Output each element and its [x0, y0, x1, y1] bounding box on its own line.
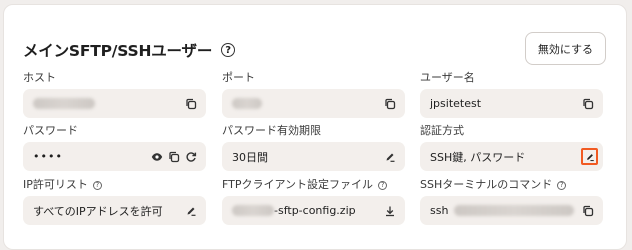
password-value-box: •••• — [23, 142, 206, 171]
host-label: ホスト — [23, 71, 56, 84]
auth-method-label: 認証方式 — [420, 124, 464, 137]
host-field: ホスト — [23, 71, 206, 118]
ftp-config-redacted-prefix — [232, 205, 274, 216]
auth-method-value-box: SSH鍵, パスワード — [420, 142, 603, 171]
host-value-box — [23, 89, 206, 118]
port-redacted-value — [232, 98, 262, 109]
ip-allowlist-field: IP許可リスト ? すべてのIPアドレスを許可 — [23, 178, 206, 225]
password-value: •••• — [33, 150, 63, 163]
ip-allowlist-label: IP許可リスト ? — [23, 178, 206, 192]
ip-allowlist-value: すべてのIPアドレスを許可 — [33, 204, 163, 218]
username-field: ユーザー名 jpsitetest — [420, 71, 603, 118]
password-label: パスワード — [23, 124, 78, 137]
sftp-ssh-user-card: メインSFTP/SSHユーザー ? 無効にする ホスト ポート ユーザー名 jp… — [3, 4, 627, 250]
ftp-config-value-box: -sftp-config.zip — [222, 196, 405, 225]
ftp-config-field: FTPクライアント設定ファイル ? -sftp-config.zip — [222, 178, 405, 225]
disable-button[interactable]: 無効にする — [524, 32, 606, 65]
port-value-box — [222, 89, 405, 118]
copy-icon[interactable] — [383, 97, 396, 110]
copy-icon[interactable] — [167, 150, 180, 163]
password-expiry-value: 30日間 — [232, 150, 268, 164]
username-value: jpsitetest — [430, 97, 482, 110]
ssh-command-field: SSHターミナルのコマンド ? ssh — [420, 178, 603, 225]
username-value-box: jpsitetest — [420, 89, 603, 118]
auth-method-field: 認証方式 SSH鍵, パスワード — [420, 124, 603, 171]
copy-icon[interactable] — [581, 204, 594, 217]
password-expiry-value-box: 30日間 — [222, 142, 405, 171]
username-label: ユーザー名 — [420, 71, 475, 84]
ssh-command-value: ssh — [430, 204, 449, 217]
edit-icon[interactable] — [383, 150, 396, 163]
title-row: メインSFTP/SSHユーザー ? — [23, 39, 236, 61]
page-title: メインSFTP/SSHユーザー — [23, 42, 213, 60]
download-icon[interactable] — [383, 204, 396, 217]
port-field: ポート — [222, 71, 405, 118]
ssh-command-redacted-value — [454, 205, 575, 216]
help-icon[interactable]: ? — [92, 180, 102, 190]
help-icon[interactable]: ? — [378, 180, 388, 190]
ftp-config-label: FTPクライアント設定ファイル ? — [222, 178, 405, 192]
ip-allowlist-label-text: IP許可リスト — [23, 178, 88, 191]
password-field: パスワード •••• — [23, 124, 206, 171]
ssh-command-label-text: SSHターミナルのコマンド — [420, 178, 553, 191]
port-label: ポート — [222, 71, 255, 84]
ssh-command-value-box: ssh — [420, 196, 603, 225]
password-expiry-label: パスワード有効期限 — [222, 124, 321, 137]
copy-icon[interactable] — [184, 97, 197, 110]
help-icon[interactable]: ? — [221, 43, 236, 57]
edit-icon[interactable] — [581, 148, 598, 165]
refresh-icon[interactable] — [184, 150, 197, 163]
host-redacted-value — [33, 98, 95, 109]
eye-icon[interactable] — [150, 150, 163, 163]
edit-icon[interactable] — [184, 204, 197, 217]
password-expiry-field: パスワード有効期限 30日間 — [222, 124, 405, 171]
help-icon[interactable]: ? — [557, 180, 567, 190]
ftp-config-label-text: FTPクライアント設定ファイル — [222, 178, 374, 191]
ssh-command-label: SSHターミナルのコマンド ? — [420, 178, 603, 192]
copy-icon[interactable] — [581, 97, 594, 110]
ftp-config-value: -sftp-config.zip — [274, 204, 356, 217]
auth-method-value: SSH鍵, パスワード — [430, 150, 526, 164]
ip-allowlist-value-box: すべてのIPアドレスを許可 — [23, 196, 206, 225]
